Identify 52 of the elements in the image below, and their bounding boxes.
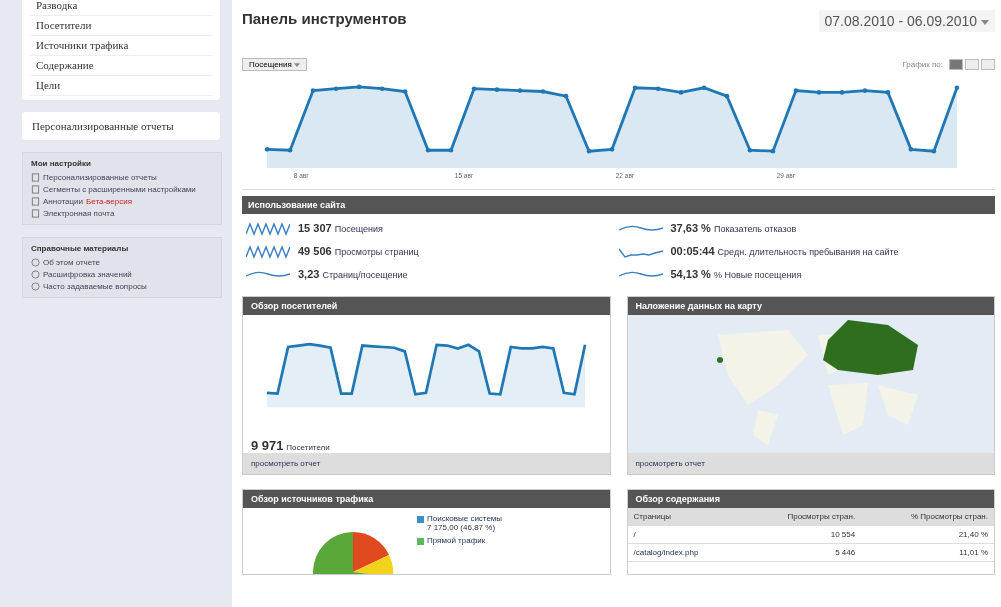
view-toggle[interactable] xyxy=(949,59,963,70)
panel-header: Наложение данных на карту xyxy=(627,297,994,315)
sparkline xyxy=(246,222,290,236)
metric-text: 37,63 % Показатель отказов xyxy=(670,222,797,234)
metric-dropdown[interactable]: Посещения xyxy=(242,58,308,71)
column-header: Страницы xyxy=(627,508,743,526)
help-link[interactable]: Об этом отчете xyxy=(43,258,100,267)
settings-link[interactable]: Аннотации xyxy=(43,197,83,206)
metric-text: 00:05:44 Средн. длительность пребывания на сайте xyxy=(670,245,899,257)
table-cell: 5 446 xyxy=(742,543,862,562)
graph-by-label: График по: xyxy=(902,60,943,69)
nav-item[interactable]: Разводка xyxy=(30,0,212,16)
table-cell[interactable]: /catalog/index.php xyxy=(627,543,743,562)
beta-label: Бета-версия xyxy=(86,197,132,206)
settings-link[interactable]: Персонализированные отчеты xyxy=(43,173,157,182)
table-cell[interactable]: / xyxy=(627,525,743,544)
view-toggle[interactable] xyxy=(981,59,995,70)
visitors-total: 9 971 Посетители xyxy=(251,438,331,453)
view-report-link[interactable]: просмотреть отчет xyxy=(251,459,321,468)
help-link[interactable]: Расшифровка значений xyxy=(43,270,132,279)
panel-header: Обзор источников трафика xyxy=(243,490,610,508)
settings-title: Мои настройки xyxy=(31,159,92,168)
sparkline xyxy=(246,245,290,259)
column-header: Просмотры стран. xyxy=(742,508,862,526)
nav-item[interactable]: Цели xyxy=(30,76,212,96)
view-toggle[interactable] xyxy=(965,59,979,70)
caret-icon xyxy=(981,19,989,25)
legend-value: 7 175,00 (46,87 %) xyxy=(427,523,497,532)
legend-label: Поисковые системы xyxy=(427,514,503,523)
metric-text: 49 506 Просмотры страниц xyxy=(298,245,419,257)
help-link[interactable]: Часто задаваемые вопросы xyxy=(43,282,147,291)
metric-text: 3,23 Страниц/посещение xyxy=(298,268,408,280)
table-cell: 11,01 % xyxy=(861,543,994,562)
panel-header: Обзор содержания xyxy=(627,490,994,508)
table-cell: 10 554 xyxy=(742,525,862,544)
metric-text: 54,13 % % Новые посещения xyxy=(670,268,802,280)
metric-text: 15 307 Посещения xyxy=(298,222,383,234)
nav-item[interactable]: Содержание xyxy=(30,56,212,76)
legend-label: Прямой трафик xyxy=(427,536,486,545)
page-title: Панель инструментов xyxy=(242,10,407,27)
nav-item[interactable]: Посетители xyxy=(30,16,212,36)
date-range-picker[interactable]: 07.08.2010 - 06.09.2010 xyxy=(818,10,995,32)
section-header: Использование сайта xyxy=(242,196,995,214)
table-cell: 21,40 % xyxy=(861,525,994,544)
column-header: % Просмотры стран. xyxy=(861,508,994,526)
settings-link[interactable]: Сегменты с расширенными настройками xyxy=(43,185,196,194)
nav-item[interactable]: Источники трафика xyxy=(30,36,212,56)
help-title: Справочные материалы xyxy=(31,244,130,253)
panel-header: Обзор посетителей xyxy=(243,297,610,315)
view-report-link[interactable]: просмотреть отчет xyxy=(635,459,705,468)
settings-link[interactable]: Электронная почта xyxy=(43,209,115,218)
caret-icon xyxy=(294,62,301,67)
